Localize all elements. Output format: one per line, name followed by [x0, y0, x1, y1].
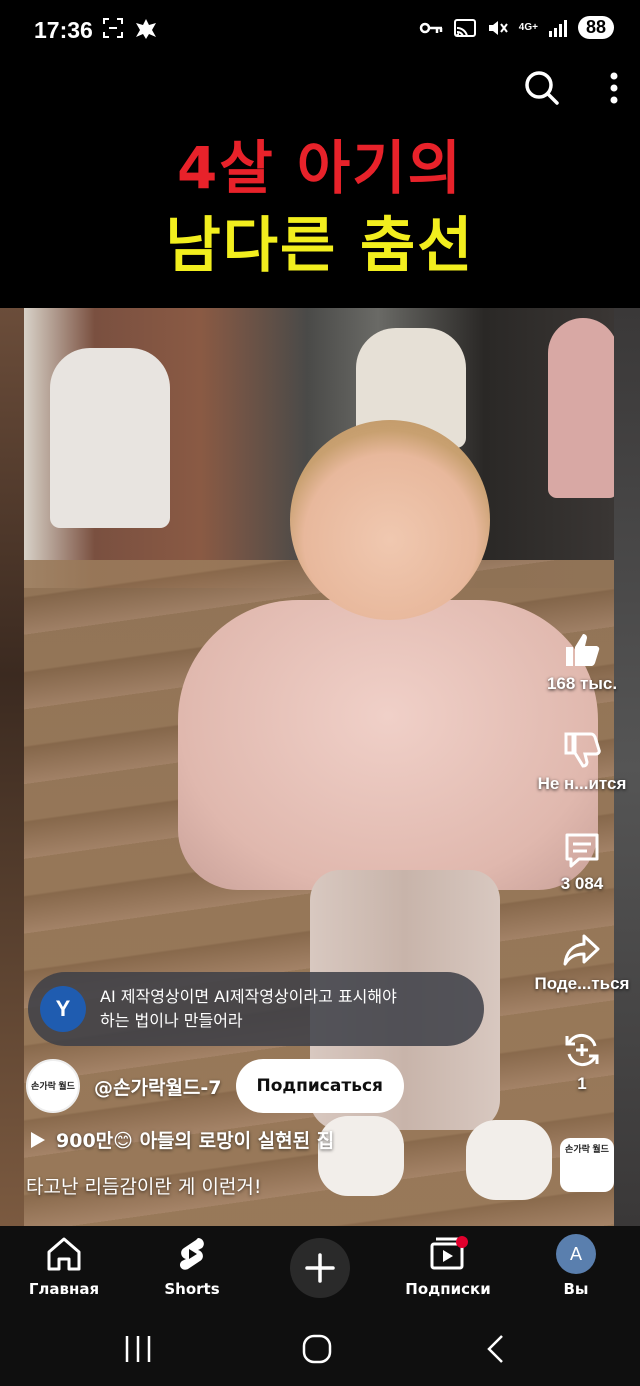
title-line-2: 남다른 춤선 [165, 211, 475, 281]
thumbs-up-icon [566, 634, 600, 666]
create-button[interactable] [290, 1238, 350, 1298]
play-icon [31, 1131, 45, 1148]
more-options-icon[interactable] [608, 70, 620, 106]
app-notification-icon [136, 19, 156, 39]
comments-count: 3 084 [560, 874, 604, 893]
share-button[interactable]: Поде...ться [532, 930, 632, 994]
nav-subscriptions[interactable]: Подписки [388, 1234, 508, 1298]
like-count: 168 тыс. [546, 674, 618, 693]
vpn-key-icon [419, 22, 443, 33]
comment-text-line-2: 하는 법이나 만들어라 [100, 1011, 243, 1030]
comments-button[interactable]: 3 084 [532, 830, 632, 894]
previous-video-edge [0, 308, 24, 1226]
screenshot-icon [103, 18, 123, 38]
share-icon [563, 934, 600, 966]
comment-text: AI 제작영상이면 AI제작영상이라고 표시해야 하는 법이나 만들어라 [100, 985, 397, 1033]
channel-avatar[interactable]: 손가락 월드 [26, 1059, 80, 1113]
battery-indicator: 88 [577, 16, 614, 39]
home-icon [47, 1237, 81, 1271]
network-type: 4G+ [518, 21, 538, 33]
status-notification-icons [102, 17, 158, 39]
commenter-avatar: Y [40, 986, 86, 1032]
channel-row: 손가락 월드 @손가락월드-7 Подписаться [26, 1058, 404, 1114]
search-icon[interactable] [522, 68, 562, 108]
nav-subscriptions-label: Подписки [405, 1280, 491, 1298]
child-head [290, 420, 490, 620]
video-description[interactable]: 타고난 리듬감이란 게 이런거! [26, 1172, 262, 1199]
related-video-link[interactable]: 900만😊 아들의 로망이 실현된 집 [30, 1126, 334, 1153]
shorts-icon [179, 1238, 204, 1270]
home-system-icon[interactable] [302, 1334, 332, 1364]
plus-icon [305, 1253, 335, 1283]
mute-icon [488, 20, 508, 35]
system-navigation-bar [0, 1312, 640, 1386]
user-avatar: A [556, 1234, 596, 1274]
like-button[interactable]: 168 тыс. [532, 630, 632, 694]
status-system-icons: 4G+ 88 [419, 16, 614, 39]
top-comment-bubble[interactable]: Y AI 제작영상이면 AI제작영상이라고 표시해야 하는 법이나 만들어라 [28, 972, 484, 1046]
comment-text-line-1: AI 제작영상이면 AI제작영상이라고 표시해야 [100, 987, 397, 1006]
signal-icon [548, 19, 567, 37]
remix-count: 1 [577, 1074, 587, 1093]
nav-shorts[interactable]: Shorts [132, 1234, 252, 1298]
nav-you[interactable]: A Вы [516, 1234, 636, 1298]
nav-home[interactable]: Главная [4, 1234, 124, 1298]
nav-home-label: Главная [28, 1280, 100, 1298]
nav-you-label: Вы [563, 1280, 589, 1298]
status-bar: 17:36 4G+ 88 [0, 0, 640, 62]
channel-name[interactable]: @손가락월드-7 [94, 1073, 222, 1100]
subscriptions-icon [430, 1236, 468, 1270]
video-title-banner: 4살 아기의 남다른 춤선 [0, 130, 640, 286]
bottom-navigation: Главная Shorts Подписки A Вы [0, 1226, 640, 1312]
sound-thumbnail[interactable]: 손가락 월드 [560, 1138, 614, 1192]
coat-left [50, 348, 170, 528]
back-icon[interactable] [484, 1334, 506, 1364]
remix-button[interactable]: 1 [532, 1030, 632, 1094]
share-label: Поде...ться [534, 974, 630, 993]
related-video-title: 900만😊 아들의 로망이 실현된 집 [56, 1130, 335, 1152]
dislike-button[interactable]: Не н...ится [532, 730, 632, 794]
subscribe-button[interactable]: Подписаться [235, 1059, 404, 1113]
cast-icon [453, 18, 476, 37]
coat-right [548, 318, 618, 498]
recent-apps-icon[interactable] [124, 1334, 152, 1364]
thumbs-down-icon [564, 732, 601, 768]
right-shoe [466, 1120, 552, 1200]
nav-shorts-label: Shorts [164, 1280, 220, 1298]
status-time: 17:36 [34, 17, 93, 43]
dislike-label: Не н...ится [537, 774, 627, 793]
top-actions [522, 68, 620, 108]
remix-icon [565, 1033, 599, 1067]
comment-icon [565, 833, 599, 868]
title-line-1: 4살 아기의 [177, 134, 463, 202]
